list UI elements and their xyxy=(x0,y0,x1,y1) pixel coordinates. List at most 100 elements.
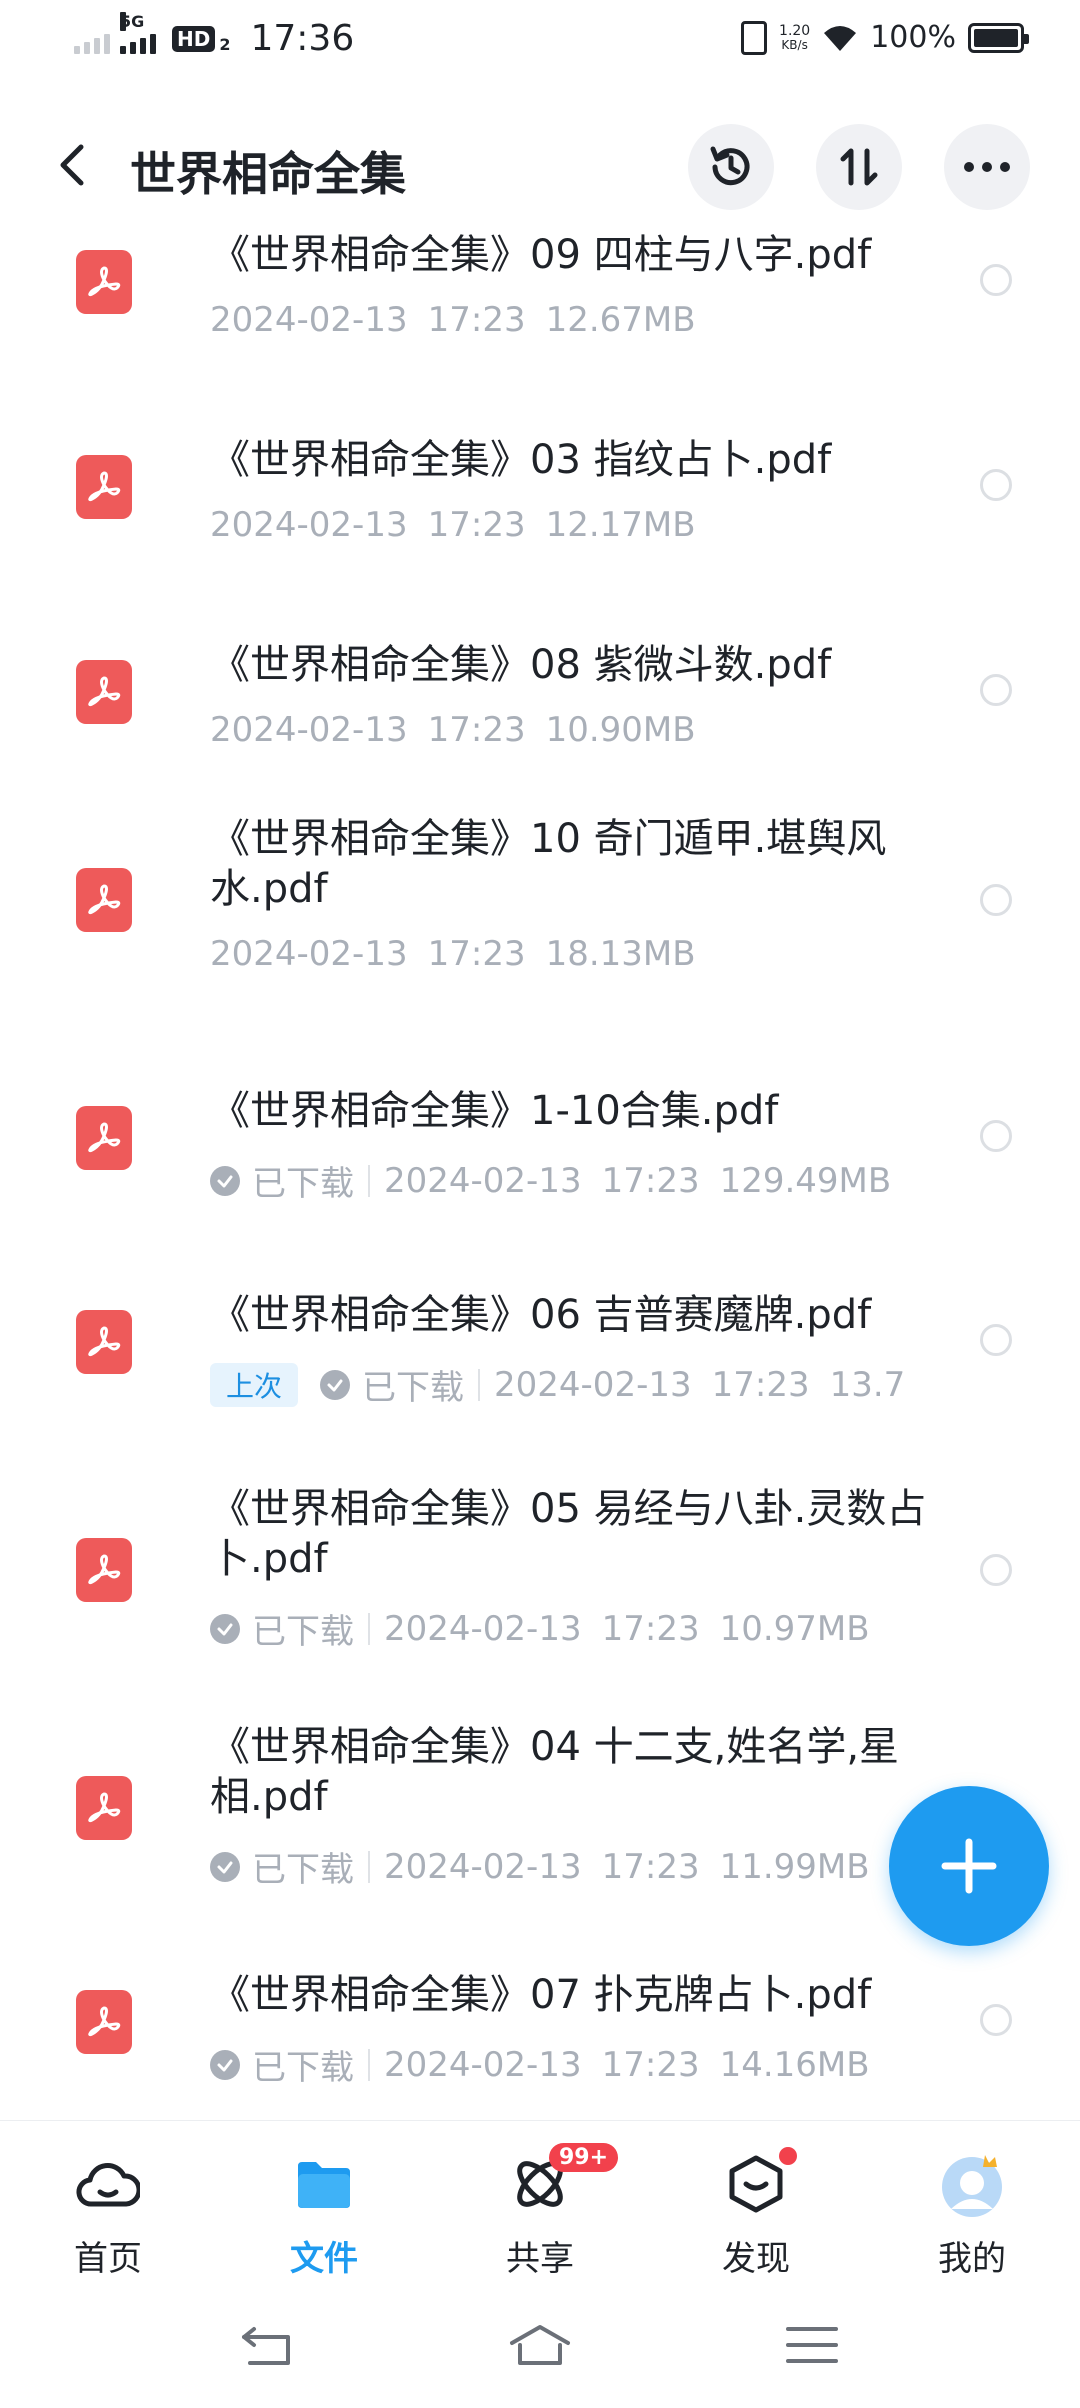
nav-mine[interactable]: 我的 xyxy=(902,2149,1042,2280)
chevron-left-icon xyxy=(60,144,84,186)
nav-share[interactable]: 99+ 共享 xyxy=(470,2143,619,2280)
pdf-file-icon xyxy=(76,1106,132,1170)
select-radio[interactable] xyxy=(980,1324,1012,1356)
discover-box-icon xyxy=(721,2147,797,2219)
system-menu-icon xyxy=(786,2327,838,2363)
plus-icon xyxy=(941,1838,997,1894)
back-button[interactable] xyxy=(50,140,94,190)
status-left: 5G HD 2 17:36 xyxy=(74,11,355,59)
select-radio[interactable] xyxy=(980,1554,1012,1586)
file-name: 《世界相命全集》05 易经与八卦.灵数占卜.pdf xyxy=(210,1486,927,1582)
file-name: 《世界相命全集》08 紫微斗数.pdf xyxy=(210,642,832,688)
file-name: 《世界相命全集》10 奇门遁甲.堪舆风水.pdf xyxy=(210,816,887,912)
file-date: 2024-02-13 xyxy=(384,1160,582,1201)
system-home-button[interactable] xyxy=(508,2320,572,2370)
nav-home-label: 首页 xyxy=(74,2239,142,2279)
file-time: 17:23 xyxy=(427,710,526,750)
file-size: 11.99MB xyxy=(719,1846,870,1887)
history-button[interactable] xyxy=(688,124,774,210)
folder-icon xyxy=(289,2149,359,2219)
hd-sim-index: 2 xyxy=(219,35,231,54)
downloaded-label: 已下载 xyxy=(252,1612,354,1652)
file-time: 17:23 xyxy=(427,300,526,340)
file-time: 17:23 xyxy=(711,1364,810,1405)
file-time: 17:23 xyxy=(427,505,526,545)
page-title: 世界相命全集 xyxy=(130,147,406,201)
header: 世界相命全集 xyxy=(0,110,1080,220)
system-back-button[interactable] xyxy=(238,2320,298,2370)
system-home-icon xyxy=(510,2325,570,2365)
status-time: 17:36 xyxy=(250,18,355,59)
file-meta: 已下载 2024-02-13 17:23 11.99MB xyxy=(210,1842,930,1891)
file-size: 12.17MB xyxy=(545,505,696,545)
cloud-icon xyxy=(73,2149,143,2219)
system-nav-bar xyxy=(0,2290,1080,2408)
file-name: 《世界相命全集》07 扑克牌占卜.pdf xyxy=(210,1972,872,2018)
file-time: 17:23 xyxy=(427,934,526,974)
file-meta: 已下载 2024-02-13 17:23 14.16MB xyxy=(210,2040,930,2089)
pdf-file-icon xyxy=(76,1310,132,1374)
downloaded-label: 已下载 xyxy=(252,1164,354,1204)
signal-sim1-icon xyxy=(74,24,110,54)
pdf-file-icon xyxy=(76,868,132,932)
nav-discover[interactable]: 发现 xyxy=(686,2147,826,2280)
downloaded-check-icon xyxy=(210,1165,240,1196)
file-size: 13.7 xyxy=(829,1364,906,1405)
file-meta: 2024-02-13 17:23 10.90MB xyxy=(210,710,930,750)
select-radio[interactable] xyxy=(980,884,1012,916)
nav-files-label: 文件 xyxy=(290,2239,358,2279)
pdf-file-icon xyxy=(76,1776,132,1840)
file-date: 2024-02-13 xyxy=(384,1608,582,1649)
select-radio[interactable] xyxy=(980,2004,1012,2036)
signal-5g-icon: 5G xyxy=(120,11,156,54)
downloaded-check-icon xyxy=(210,2049,240,2080)
downloaded-check-icon xyxy=(320,1369,351,1400)
file-meta: 2024-02-13 17:23 12.67MB xyxy=(210,300,930,340)
pdf-file-icon xyxy=(76,455,132,519)
bottom-nav: 首页 文件 99+ 共享 发现 我的 xyxy=(0,2120,1080,2290)
file-size: 18.13MB xyxy=(545,934,696,974)
system-menu-button[interactable] xyxy=(782,2320,842,2370)
file-size: 10.90MB xyxy=(545,710,696,750)
file-name: 《世界相命全集》04 十二支,姓名学,星相.pdf xyxy=(210,1724,900,1820)
system-back-icon xyxy=(242,2327,290,2365)
file-meta: 2024-02-13 17:23 18.13MB xyxy=(210,934,930,974)
select-radio[interactable] xyxy=(980,469,1012,501)
downloaded-label: 已下载 xyxy=(252,2048,354,2088)
meta-divider xyxy=(368,1164,370,1197)
file-meta: 2024-02-13 17:23 12.17MB xyxy=(210,505,930,545)
file-date: 2024-02-13 xyxy=(494,1364,692,1405)
meta-divider xyxy=(368,2048,370,2081)
network-speed: 1.20 KB/s xyxy=(779,22,811,52)
downloaded-label: 已下载 xyxy=(252,1850,354,1890)
downloaded-check-icon xyxy=(210,1851,240,1882)
file-date: 2024-02-13 xyxy=(210,505,408,545)
pdf-file-icon xyxy=(76,1990,132,2054)
file-time: 17:23 xyxy=(601,1846,700,1887)
select-radio[interactable] xyxy=(980,264,1012,296)
file-date: 2024-02-13 xyxy=(210,300,408,340)
battery-percent: 100% xyxy=(870,20,956,55)
battery-icon xyxy=(968,22,1029,53)
more-button[interactable] xyxy=(944,124,1030,210)
nav-files[interactable]: 文件 xyxy=(254,2149,394,2280)
file-name: 《世界相命全集》06 吉普赛魔牌.pdf xyxy=(210,1292,872,1338)
file-time: 17:23 xyxy=(601,2044,700,2085)
nav-home[interactable]: 首页 xyxy=(38,2149,178,2280)
file-size: 14.16MB xyxy=(719,2044,870,2085)
file-meta: 上次 已下载 2024-02-13 17:23 13.7 xyxy=(210,1360,930,1409)
file-size: 10.97MB xyxy=(719,1608,870,1649)
sort-button[interactable] xyxy=(816,124,902,210)
file-date: 2024-02-13 xyxy=(210,710,408,750)
select-radio[interactable] xyxy=(980,1120,1012,1152)
nav-mine-label: 我的 xyxy=(938,2239,1006,2279)
file-name: 《世界相命全集》1-10合集.pdf xyxy=(210,1088,779,1134)
add-button[interactable] xyxy=(889,1786,1049,1946)
select-radio[interactable] xyxy=(980,674,1012,706)
file-name: 《世界相命全集》09 四柱与八字.pdf xyxy=(210,232,872,278)
meta-divider xyxy=(368,1850,370,1883)
share-orbit-icon: 99+ xyxy=(505,2143,619,2219)
pdf-file-icon xyxy=(76,1538,132,1602)
file-date: 2024-02-13 xyxy=(384,2044,582,2085)
file-time: 17:23 xyxy=(601,1160,700,1201)
